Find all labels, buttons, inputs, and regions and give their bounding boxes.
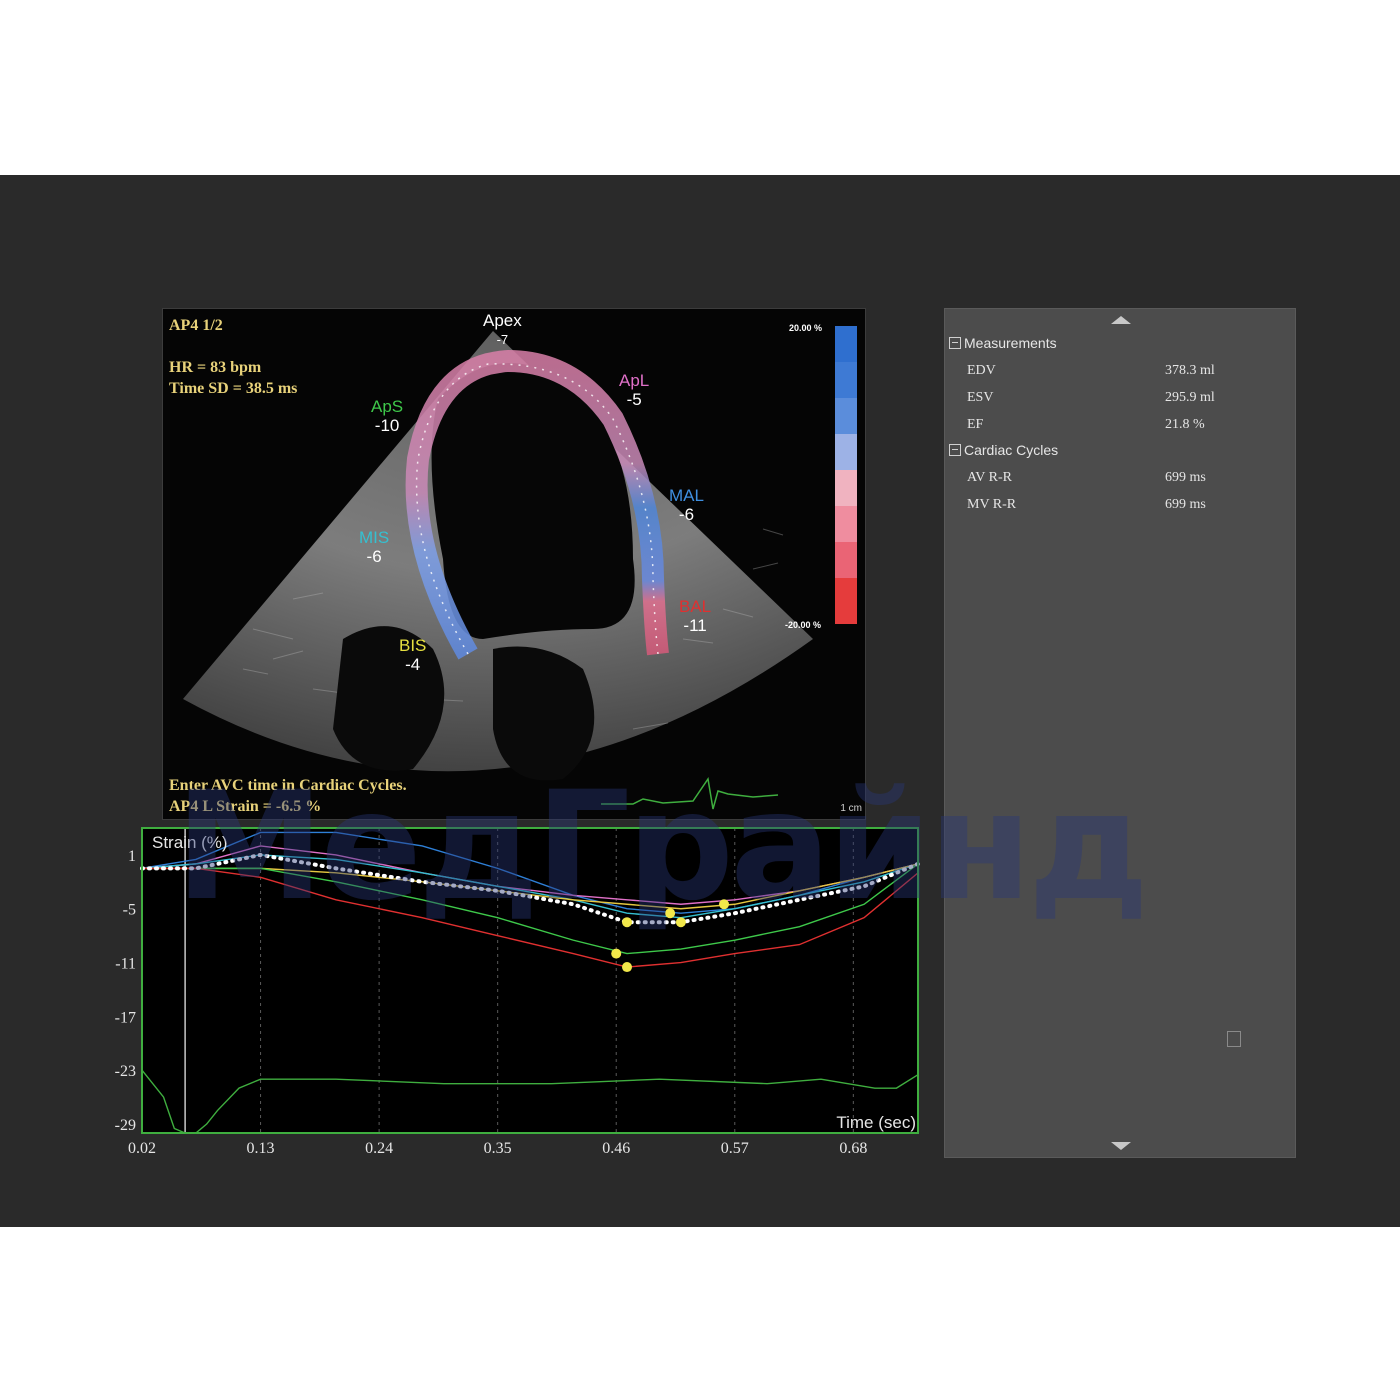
collapse-icon[interactable] [949, 444, 961, 456]
peak-marker [665, 908, 676, 919]
measurement-label: AV R-R [967, 470, 1013, 485]
group-title: Cardiac Cycles [964, 442, 1059, 458]
group-title: Measurements [964, 335, 1057, 351]
strain-chart[interactable]: 0.02 0.13 0.24 0.35 0.46 0.57 0.68 1 -5 -11 -17 -23… [110, 825, 925, 1165]
segment-value: -11 [683, 616, 707, 635]
measurement-value: 378.3 ml [1165, 363, 1215, 378]
segment-name: BAL [679, 597, 712, 616]
x-tick-label: 0.35 [484, 1140, 512, 1157]
segment-value: -6 [366, 547, 382, 566]
heart-rate: HR = 83 bpm [169, 359, 262, 376]
app-screen: AP4 1/2 HR = 83 bpm Time SD = 38.5 ms En… [0, 175, 1400, 1227]
scroll-up-arrow-icon[interactable] [1111, 316, 1131, 324]
measurement-label: EF [967, 417, 984, 432]
x-tick-label: 0.68 [839, 1140, 867, 1157]
measurement-label: EDV [967, 363, 996, 378]
y-tick-label: 1 [128, 848, 136, 865]
measurement-label: MV R-R [967, 497, 1017, 512]
strain-result: AP4 L Strain = -6.5 % [169, 798, 322, 815]
avc-prompt: Enter AVC time in Cardiac Cycles. [169, 777, 407, 794]
peak-marker [719, 899, 729, 910]
scale-label: 1 cm [840, 803, 862, 814]
x-tick-label: 0.46 [602, 1140, 630, 1157]
colorbar-bottom-label: -20.00 % [785, 620, 822, 630]
segment-apl: ApL -5 [619, 371, 649, 409]
collapse-icon[interactable] [949, 337, 961, 349]
x-axis-title: Time (sec) [836, 1113, 916, 1132]
strain-colorbar [835, 326, 857, 624]
echo-image-view[interactable]: AP4 1/2 HR = 83 bpm Time SD = 38.5 ms En… [162, 308, 866, 820]
group-measurements[interactable]: Measurements [949, 335, 1057, 351]
x-tick-label: 0.02 [128, 1140, 156, 1157]
segment-mis: MIS -6 [359, 528, 389, 566]
y-tick-label: -5 [123, 902, 136, 919]
segment-apex: Apex -7 [483, 311, 522, 349]
measurement-value: 21.8 % [1165, 417, 1205, 432]
panel-resize-icon[interactable] [1227, 1031, 1241, 1047]
y-axis-title: Strain (%) [152, 833, 228, 852]
measurement-value: 699 ms [1165, 497, 1206, 512]
segment-name: ApS [371, 397, 404, 416]
measurement-value: 295.9 ml [1165, 390, 1215, 405]
peak-marker [675, 917, 686, 928]
scroll-down-arrow-icon[interactable] [1111, 1142, 1131, 1150]
measurement-label: ESV [967, 390, 994, 405]
peak-marker [622, 962, 632, 973]
measurements-panel[interactable]: Measurements EDV 378.3 ml ESV 295.9 ml E… [944, 308, 1296, 1158]
segment-name: BIS [399, 636, 427, 655]
y-tick-label: -11 [115, 956, 136, 973]
y-tick-label: -29 [115, 1117, 136, 1134]
colorbar-top-label: 20.00 % [789, 323, 823, 333]
segment-value: -6 [678, 505, 695, 524]
segment-value: -4 [405, 655, 421, 674]
measurement-value: 699 ms [1165, 470, 1206, 485]
peak-marker [622, 917, 632, 928]
segment-value: -7 [496, 332, 509, 347]
segment-value: -10 [374, 416, 400, 435]
segment-name: MIS [359, 528, 390, 547]
y-tick-label: -23 [115, 1063, 136, 1080]
x-tick-label: 0.57 [721, 1140, 749, 1157]
plot-background [142, 828, 918, 1133]
view-label: AP4 1/2 [169, 317, 223, 334]
segment-name: MAL [669, 486, 704, 505]
group-cardiac-cycles[interactable]: Cardiac Cycles [949, 442, 1058, 458]
segment-bal: BAL -11 [679, 597, 711, 635]
x-tick-label: 0.24 [365, 1140, 393, 1157]
segment-value: -5 [626, 390, 642, 409]
time-sd: Time SD = 38.5 ms [169, 380, 298, 397]
x-tick-label: 0.13 [247, 1140, 275, 1157]
segment-name: ApL [619, 371, 650, 390]
segment-aps: ApS -10 [371, 397, 403, 435]
segment-mal: MAL -6 [669, 486, 704, 524]
segment-name: Apex [483, 311, 522, 330]
peak-marker [611, 948, 622, 959]
segment-bis: BIS -4 [399, 636, 426, 674]
y-tick-label: -17 [115, 1009, 136, 1026]
strain-chart-svg: 0.02 0.13 0.24 0.35 0.46 0.57 0.68 1 -5 -11 -17 -23… [115, 827, 920, 1157]
